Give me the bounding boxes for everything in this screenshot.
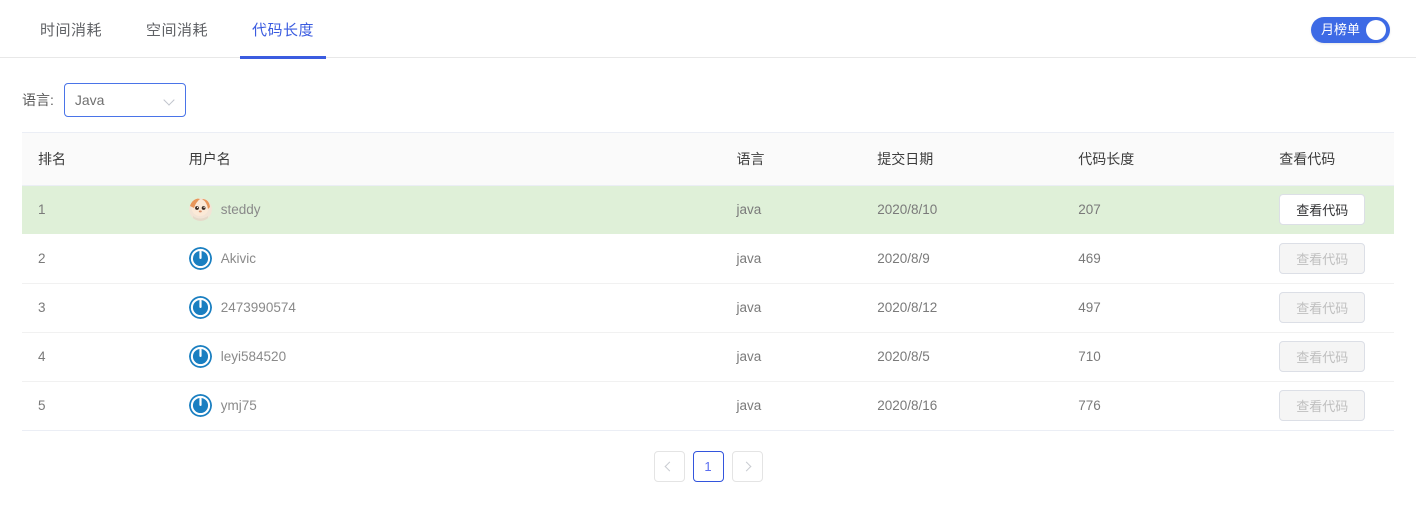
tab-label: 时间消耗 — [40, 21, 103, 39]
language-select[interactable]: Java — [63, 83, 186, 117]
view-code-button[interactable]: 查看代码 — [1279, 243, 1366, 274]
username-text: ymj75 — [220, 398, 257, 414]
cell-username: Akivic — [172, 234, 721, 284]
table-row[interactable]: 4 leyi584520 java 2020/8/5 710 查看代码 — [22, 332, 1394, 382]
cell-rank: 1 — [22, 185, 173, 234]
cell-rank: 4 — [22, 332, 173, 382]
tab-bar: 时间消耗 空间消耗 代码长度 月榜单 — [0, 0, 1416, 59]
leaderboard-table: 排名 用户名 语言 提交日期 代码长度 查看代码 1 steddy java 2… — [22, 133, 1394, 430]
cell-submit-date: 2020/8/9 — [861, 234, 1063, 284]
cell-view-code: 查看代码 — [1263, 283, 1394, 333]
username-text: 2473990574 — [220, 300, 296, 315]
cell-language: java — [720, 234, 862, 284]
cell-submit-date: 2020/8/10 — [861, 185, 1063, 234]
chevron-left-icon — [665, 463, 673, 471]
monthly-ranking-toggle[interactable]: 月榜单 — [1310, 17, 1390, 43]
cell-view-code: 查看代码 — [1263, 381, 1394, 430]
chevron-down-icon — [164, 95, 175, 106]
column-header-language: 语言 — [720, 133, 862, 186]
power-avatar-icon — [188, 296, 212, 319]
pagination: 1 — [0, 451, 1416, 482]
pagination-prev-button[interactable] — [653, 451, 685, 482]
view-code-button[interactable]: 查看代码 — [1279, 194, 1366, 225]
username-text: leyi584520 — [220, 349, 287, 364]
user-cell: 2473990574 — [188, 296, 721, 319]
table-row[interactable]: 3 2473990574 java 2020/8/12 497 查看代码 — [22, 283, 1394, 333]
cell-username: ymj75 — [173, 381, 721, 430]
cell-rank: 3 — [22, 283, 173, 333]
cell-language: java — [720, 283, 862, 333]
cell-username: leyi584520 — [172, 332, 721, 382]
table-header: 排名 用户名 语言 提交日期 代码长度 查看代码 — [22, 133, 1394, 186]
table-header-row: 排名 用户名 语言 提交日期 代码长度 查看代码 — [22, 133, 1394, 186]
cell-code-length: 710 — [1062, 332, 1264, 382]
cell-code-length: 207 — [1062, 185, 1264, 234]
pagination-page-1[interactable]: 1 — [692, 451, 724, 482]
user-cell: Akivic — [188, 247, 721, 270]
power-avatar-icon — [188, 247, 212, 270]
view-code-button[interactable]: 查看代码 — [1279, 292, 1366, 323]
leaderboard-table-wrapper: 排名 用户名 语言 提交日期 代码长度 查看代码 1 steddy java 2… — [22, 132, 1394, 431]
username-text: Akivic — [220, 251, 257, 266]
cell-view-code: 查看代码 — [1263, 234, 1394, 284]
power-avatar-icon — [188, 394, 212, 418]
column-header-code-length: 代码长度 — [1062, 133, 1264, 186]
language-filter-label: 语言: — [22, 92, 54, 108]
cell-view-code: 查看代码 — [1263, 185, 1394, 234]
cell-submit-date: 2020/8/5 — [861, 332, 1063, 382]
tab-code-length[interactable]: 代码长度 — [230, 0, 336, 59]
cell-language: java — [720, 185, 862, 234]
user-cell: ymj75 — [188, 394, 721, 418]
table-row[interactable]: 5 ymj75 java 2020/8/16 776 查看代码 — [22, 381, 1394, 430]
username-text: steddy — [220, 202, 261, 217]
cell-rank: 2 — [22, 234, 173, 284]
cell-language: java — [720, 332, 862, 382]
toggle-knob-icon — [1366, 20, 1386, 40]
pagination-page-label: 1 — [704, 459, 712, 474]
tab-label: 代码长度 — [252, 21, 315, 39]
user-cell: steddy — [188, 198, 721, 221]
chevron-right-icon — [743, 463, 751, 471]
user-cell: leyi584520 — [188, 345, 721, 368]
monthly-ranking-toggle-wrapper: 月榜单 — [1310, 17, 1390, 43]
language-select-value: Java — [74, 92, 105, 108]
pagination-next-button[interactable] — [731, 451, 763, 482]
cell-username: 2473990574 — [172, 283, 721, 333]
language-filter-row: 语言: Java — [0, 58, 1416, 120]
cell-code-length: 497 — [1062, 283, 1264, 333]
tab-label: 空间消耗 — [146, 21, 209, 39]
cell-submit-date: 2020/8/12 — [861, 283, 1063, 333]
column-header-submit-date: 提交日期 — [861, 133, 1063, 186]
photo-avatar-icon — [188, 198, 212, 221]
cell-username: steddy — [172, 185, 721, 234]
tab-space-consumption[interactable]: 空间消耗 — [124, 0, 230, 58]
toggle-label: 月榜单 — [1320, 22, 1360, 37]
table-row[interactable]: 1 steddy java 2020/8/10 207 查看代码 — [22, 185, 1394, 234]
tab-time-consumption[interactable]: 时间消耗 — [18, 0, 124, 58]
column-header-rank: 排名 — [22, 133, 173, 186]
view-code-button[interactable]: 查看代码 — [1279, 341, 1366, 372]
table-row[interactable]: 2 Akivic java 2020/8/9 469 查看代码 — [22, 234, 1394, 284]
column-header-view-code: 查看代码 — [1263, 133, 1394, 186]
cell-submit-date: 2020/8/16 — [877, 398, 938, 414]
cell-code-length: 776 — [1078, 398, 1101, 414]
cell-language: java — [736, 398, 762, 414]
cell-view-code: 查看代码 — [1263, 332, 1394, 382]
view-code-button[interactable]: 查看代码 — [1279, 390, 1366, 422]
tab-list: 时间消耗 空间消耗 代码长度 — [0, 0, 336, 59]
column-header-username: 用户名 — [172, 133, 721, 186]
power-avatar-icon — [188, 345, 212, 368]
cell-rank: 5 — [38, 398, 46, 414]
table-body: 1 steddy java 2020/8/10 207 查看代码 2 Akivi… — [22, 185, 1394, 430]
cell-code-length: 469 — [1062, 234, 1264, 284]
